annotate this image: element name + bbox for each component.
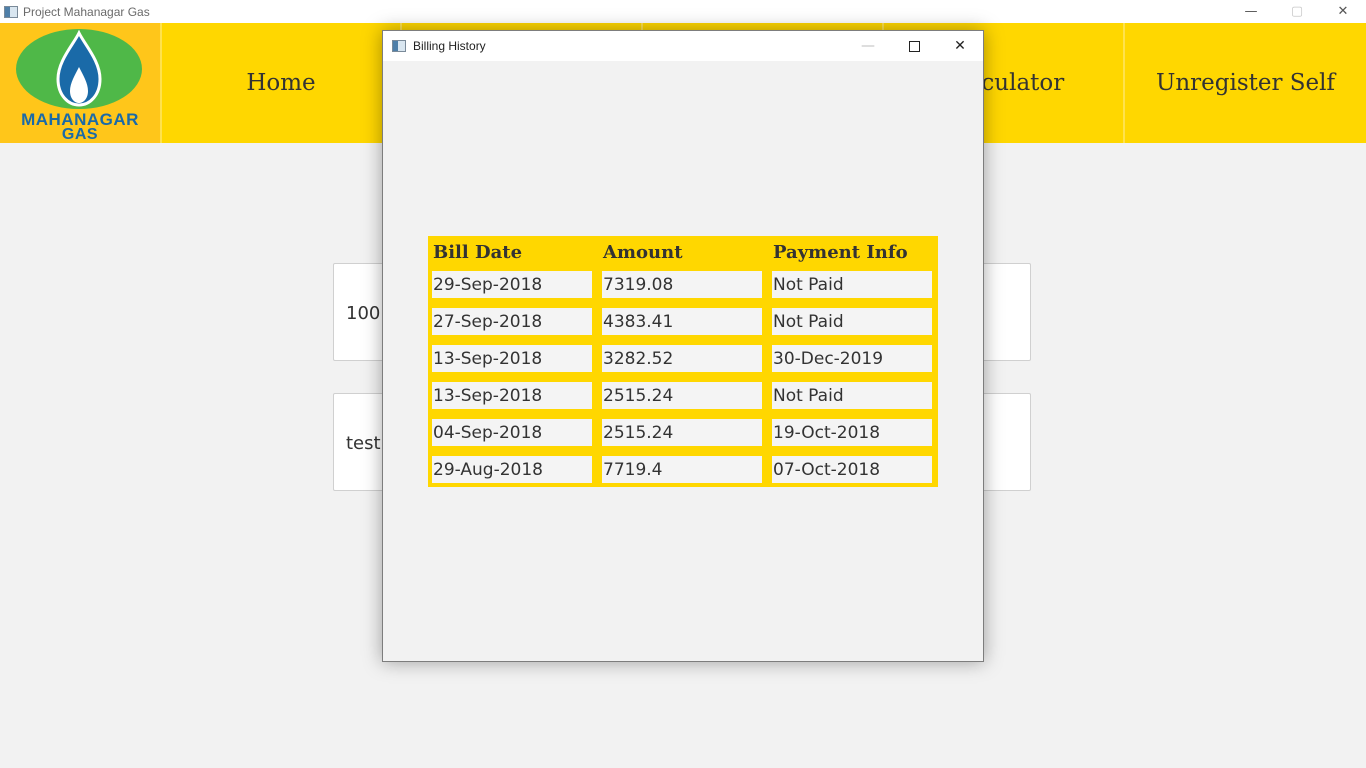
card-value: 100 [346,302,381,324]
main-window-titlebar: Project Mahanagar Gas — ▢ ✕ [0,0,1366,23]
billing-history-dialog: Billing History — ✕ Bill Date Amount Pay… [382,30,984,662]
amount-cell: 3282.52 [602,345,762,372]
flame-logo-icon [16,29,142,109]
nav-home[interactable]: Home [162,23,400,143]
table-row: 27-Sep-2018 4383.41 Not Paid [432,308,934,335]
logo-text-line2: GAS [61,126,99,143]
payment-info-cell: 07-Oct-2018 [772,456,932,483]
header-payment-info: Payment Info [773,241,908,263]
table-row: 13-Sep-2018 3282.52 30-Dec-2019 [432,345,934,372]
table-row: 13-Sep-2018 2515.24 Not Paid [432,382,934,409]
dialog-close-button[interactable]: ✕ [937,31,983,61]
header-bill-date: Bill Date [433,241,523,263]
close-button[interactable]: ✕ [1320,0,1366,23]
amount-cell: 2515.24 [602,419,762,446]
header-amount: Amount [603,241,683,263]
nav-unregister-self[interactable]: Unregister Self [1125,23,1366,143]
table-header-row: Bill Date Amount Payment Info [432,239,934,265]
main-window-controls: — ▢ ✕ [1228,0,1366,23]
payment-info-cell: 19-Oct-2018 [772,419,932,446]
app-icon [4,5,18,18]
bill-date-cell: 27-Sep-2018 [432,308,592,335]
dialog-app-icon [392,40,406,52]
dialog-maximize-button[interactable] [891,31,937,61]
dialog-controls: — ✕ [845,31,983,61]
billing-table: Bill Date Amount Payment Info 29-Sep-201… [428,236,938,487]
table-row: 04-Sep-2018 2515.24 19-Oct-2018 [432,419,934,446]
mahanagar-gas-logo[interactable]: MAHANAGAR GAS [0,23,160,143]
amount-cell: 7319.08 [602,271,762,298]
payment-info-cell: Not Paid [772,271,932,298]
amount-cell: 2515.24 [602,382,762,409]
dialog-title: Billing History [413,39,486,53]
table-row: 29-Aug-2018 7719.4 07-Oct-2018 [432,456,934,483]
bill-date-cell: 04-Sep-2018 [432,419,592,446]
amount-cell: 4383.41 [602,308,762,335]
dialog-minimize-button[interactable]: — [845,31,891,61]
payment-info-cell: Not Paid [772,308,932,335]
maximize-button[interactable]: ▢ [1274,0,1320,23]
card-value: test [346,432,381,454]
table-row: 29-Sep-2018 7319.08 Not Paid [432,271,934,298]
payment-info-cell: Not Paid [772,382,932,409]
bill-date-cell: 13-Sep-2018 [432,382,592,409]
amount-cell: 7719.4 [602,456,762,483]
bill-date-cell: 29-Aug-2018 [432,456,592,483]
main-window-title: Project Mahanagar Gas [23,4,150,19]
minimize-button[interactable]: — [1228,0,1274,23]
bill-date-cell: 29-Sep-2018 [432,271,592,298]
maximize-icon [908,40,920,52]
dialog-titlebar[interactable]: Billing History — ✕ [383,31,983,61]
bill-date-cell: 13-Sep-2018 [432,345,592,372]
payment-info-cell: 30-Dec-2019 [772,345,932,372]
